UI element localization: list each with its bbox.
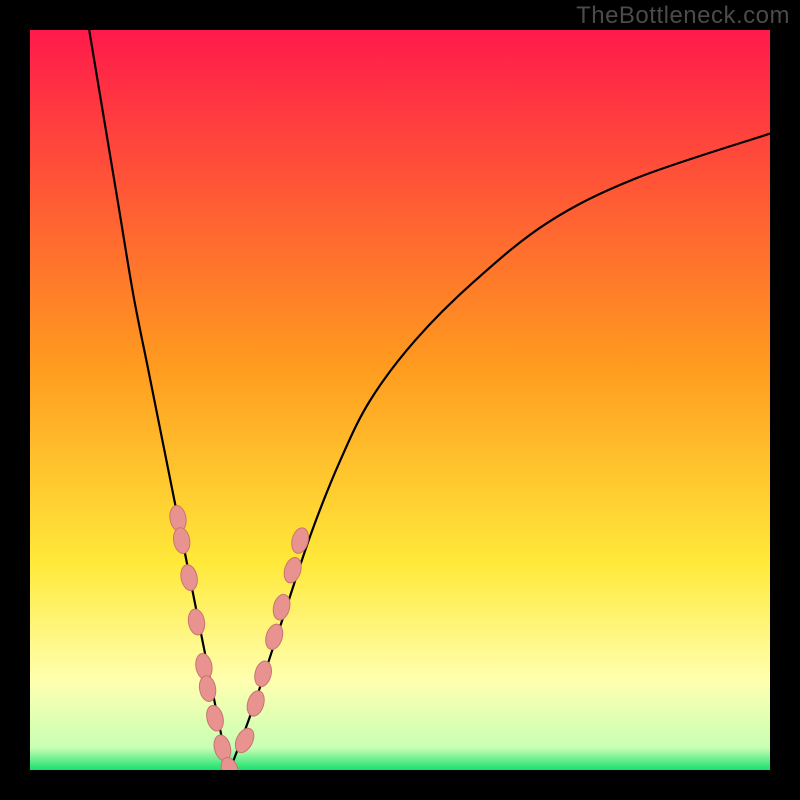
plot-area — [30, 30, 770, 770]
curve-layer — [30, 30, 770, 770]
marker-point — [244, 689, 267, 719]
curve-right-branch — [230, 134, 770, 770]
marker-point — [252, 659, 274, 688]
marker-point — [232, 725, 258, 755]
marker-point — [281, 555, 304, 585]
watermark-text: TheBottleneck.com — [576, 2, 790, 30]
marker-point — [179, 563, 200, 592]
chart-stage: TheBottleneck.com — [0, 0, 800, 800]
marker-point — [172, 526, 192, 554]
marker-point — [186, 608, 206, 636]
marker-point — [263, 622, 286, 652]
marker-group — [168, 504, 311, 770]
marker-point — [204, 704, 226, 733]
marker-point — [289, 526, 311, 555]
